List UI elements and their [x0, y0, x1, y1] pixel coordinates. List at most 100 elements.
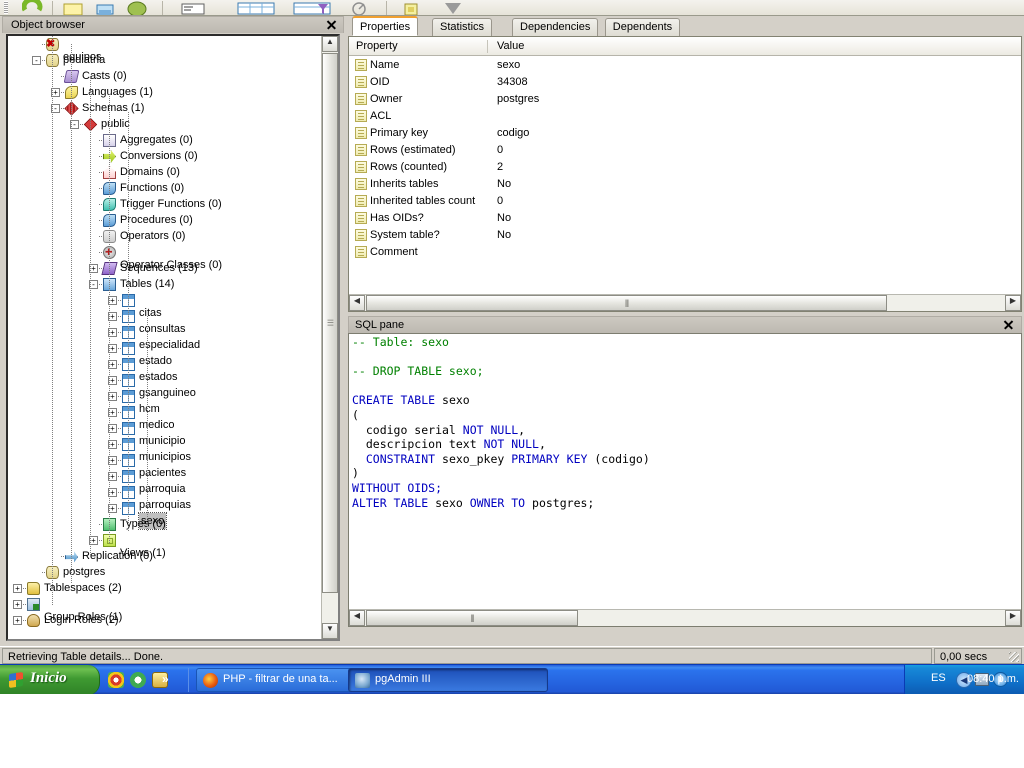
- property-row[interactable]: Inherits tables No: [349, 176, 1021, 193]
- property-name: Rows (estimated): [370, 144, 456, 156]
- system-tray: ES ◀ i 08:40 p.m.: [904, 665, 1024, 695]
- taskbar-button-pgadmin[interactable]: pgAdmin III: [348, 668, 548, 692]
- dropdown-icon[interactable]: [440, 0, 462, 15]
- square-icon[interactable]: [400, 0, 422, 15]
- sql-horizontal-scrollbar[interactable]: ◀ ||| ▶: [349, 609, 1021, 626]
- taskbar-separator: [188, 668, 189, 692]
- object-browser-body: equipos- pediatria Casts (0) + Languages (1)…: [6, 34, 340, 641]
- tree-vertical-scrollbar[interactable]: ▲ ☰ ▼: [321, 36, 338, 639]
- status-timing-panel: 0,00 secs: [934, 648, 1022, 664]
- scroll-down-button[interactable]: ▼: [322, 623, 338, 639]
- tree-item-sexo[interactable]: + sexo: [8, 500, 168, 530]
- toolbar-grip[interactable]: [4, 1, 8, 14]
- chrome-icon[interactable]: [108, 672, 124, 688]
- tree-item-group-roles-1[interactable]: + Group Roles (1): [8, 596, 122, 623]
- tab-dependents[interactable]: Dependents: [604, 18, 681, 36]
- properties-horizontal-scrollbar[interactable]: ◀ ||| ▶: [349, 294, 1021, 311]
- tree-item-views-1[interactable]: + Views (1): [8, 532, 166, 559]
- property-row[interactable]: Owner postgres: [349, 91, 1021, 108]
- tab-properties[interactable]: Properties: [352, 16, 419, 36]
- sql-line: CONSTRAINT sexo_pkey PRIMARY KEY (codigo…: [352, 452, 650, 467]
- property-icon: [355, 127, 367, 139]
- property-row[interactable]: ACL: [349, 108, 1021, 125]
- property-row[interactable]: Has OIDs? No: [349, 210, 1021, 227]
- start-button[interactable]: Inicio: [0, 665, 100, 695]
- tree-item-municipios[interactable]: + municipios: [8, 436, 191, 463]
- props-scroll-thumb[interactable]: |||: [366, 295, 887, 311]
- property-icon: [355, 178, 367, 190]
- property-row[interactable]: Inherited tables count 0: [349, 193, 1021, 210]
- tree-item-consultas[interactable]: + consultas: [8, 308, 185, 335]
- sql-scroll-right-button[interactable]: ▶: [1005, 610, 1021, 626]
- tree-item-pacientes[interactable]: + pacientes: [8, 452, 186, 479]
- property-row[interactable]: Name sexo: [349, 57, 1021, 74]
- sql-token: CONSTRAINT: [352, 451, 443, 466]
- sql-pane-title: SQL pane: [355, 319, 405, 331]
- close-icon[interactable]: [325, 18, 338, 31]
- property-name: Comment: [370, 246, 418, 258]
- property-icon: [355, 246, 367, 258]
- language-indicator[interactable]: ES: [931, 672, 946, 684]
- tree-item-municipio[interactable]: + municipio: [8, 420, 185, 447]
- tree-item-label: Sequences (13): [120, 262, 198, 274]
- tree-item-parroquia[interactable]: + parroquia: [8, 468, 185, 495]
- column-divider[interactable]: [487, 40, 488, 53]
- tree-expander[interactable]: -: [32, 56, 41, 65]
- tree-item-hcm[interactable]: + hcm: [8, 388, 160, 415]
- filter-icon[interactable]: [126, 0, 148, 15]
- object-browser-title: Object browser: [11, 19, 85, 31]
- tree-item-estado[interactable]: + estado: [8, 340, 172, 367]
- property-row[interactable]: Rows (estimated) 0: [349, 142, 1021, 159]
- object-tree[interactable]: equipos- pediatria Casts (0) + Languages (1)…: [8, 36, 322, 639]
- tree-item-estados[interactable]: + estados: [8, 356, 178, 383]
- property-row[interactable]: Rows (counted) 2: [349, 159, 1021, 176]
- sql-token: sexo: [435, 495, 470, 510]
- tree-item-citas[interactable]: + citas: [8, 292, 162, 319]
- property-row[interactable]: OID 34308: [349, 74, 1021, 91]
- resize-grip[interactable]: [1009, 652, 1019, 662]
- overflow-chevron-icon[interactable]: »: [162, 672, 169, 686]
- tree-expander[interactable]: +: [13, 584, 22, 593]
- sql-scroll-left-button[interactable]: ◀: [349, 610, 365, 626]
- refresh-icon[interactable]: [21, 0, 44, 15]
- property-name: Inherits tables: [370, 178, 439, 190]
- tree-item-operator-classes-0[interactable]: Operator Classes (0): [8, 244, 222, 271]
- tree-expander[interactable]: +: [13, 600, 22, 609]
- property-row[interactable]: Comment: [349, 244, 1021, 261]
- detail-tabs[interactable]: Properties Statistics Dependencies Dependen…: [348, 16, 1022, 36]
- login-roles-icon: [27, 614, 40, 627]
- sql-icon[interactable]: [180, 0, 205, 15]
- property-icon: [355, 59, 367, 71]
- tree-item-medico[interactable]: + medico: [8, 404, 174, 431]
- tree-item-label: Procedures (0): [120, 214, 193, 226]
- column-header-value: Value: [497, 40, 525, 52]
- sql-text-area[interactable]: -- Table: sexo -- DROP TABLE sexo; CREAT…: [348, 333, 1022, 627]
- clock[interactable]: 08:40 p.m.: [967, 673, 1019, 685]
- query-icon[interactable]: [62, 0, 84, 15]
- props-scroll-right-button[interactable]: ▶: [1005, 295, 1021, 311]
- tree-scroll-thumb[interactable]: ☰: [322, 53, 338, 593]
- tab-dependencies[interactable]: Dependencies: [512, 18, 599, 36]
- tree-item-equipos[interactable]: equipos: [8, 36, 102, 63]
- sql-line: WITHOUT OIDS;: [352, 481, 650, 496]
- props-scroll-left-button[interactable]: ◀: [349, 295, 365, 311]
- sql-scroll-thumb[interactable]: |||: [366, 610, 578, 626]
- toolbar-separator-3: [386, 1, 387, 15]
- property-icon: [355, 93, 367, 105]
- sql-token: sexo_pkey: [442, 451, 512, 466]
- edit-icon[interactable]: [348, 0, 370, 15]
- grid-icon[interactable]: [236, 0, 276, 15]
- sql-token: ): [352, 466, 359, 481]
- opera-icon[interactable]: [130, 672, 146, 688]
- tree-item-gsanguineo[interactable]: + gsanguineo: [8, 372, 196, 399]
- property-row[interactable]: System table? No: [349, 227, 1021, 244]
- property-row[interactable]: Primary key codigo: [349, 125, 1021, 142]
- close-icon[interactable]: [1002, 318, 1015, 331]
- tab-statistics[interactable]: Statistics: [432, 18, 493, 36]
- tree-item-parroquias[interactable]: + parroquias: [8, 484, 191, 511]
- grid-filter-icon[interactable]: [292, 0, 332, 15]
- view-data-icon[interactable]: [94, 0, 116, 15]
- tree-expander[interactable]: +: [13, 616, 22, 625]
- scroll-up-button[interactable]: ▲: [322, 36, 338, 52]
- tree-item-especialidad[interactable]: + especialidad: [8, 324, 200, 351]
